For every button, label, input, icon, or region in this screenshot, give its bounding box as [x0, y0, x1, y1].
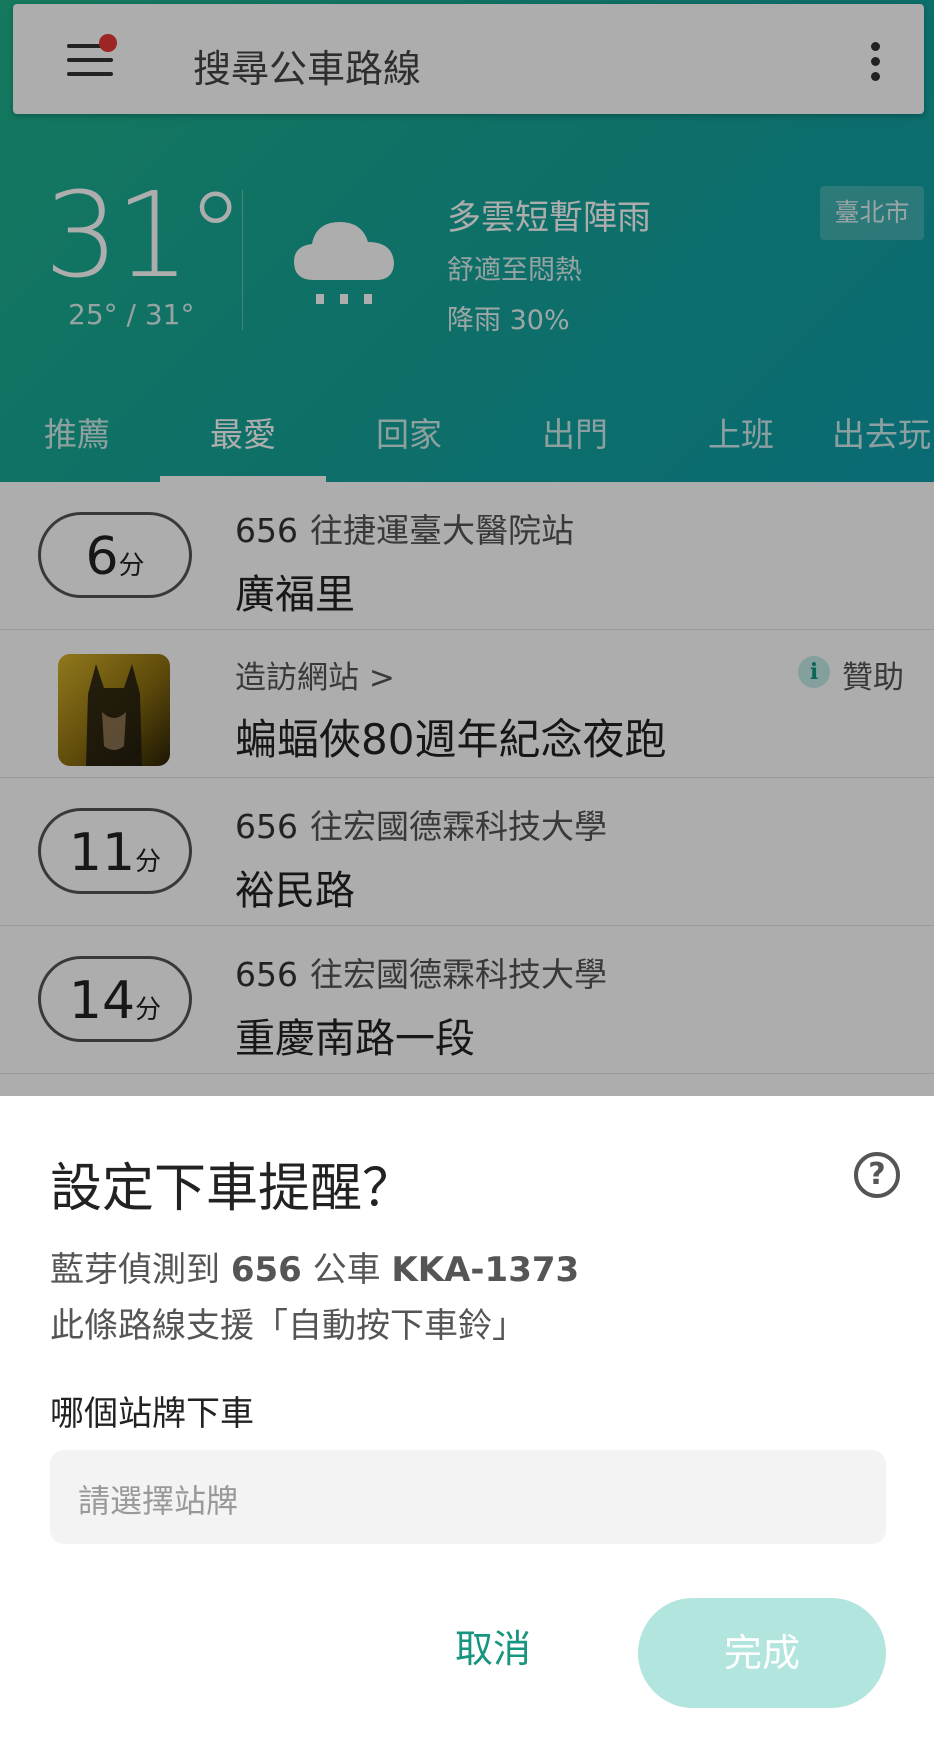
detect-mid: 公車 [301, 1250, 392, 1290]
sheet-title: 設定下車提醒？ [50, 1159, 415, 1219]
bus-route-number: 656 [230, 1250, 302, 1290]
cancel-button[interactable]: 取消 [428, 1596, 558, 1702]
alight-reminder-sheet: 設定下車提醒？ ? 藍芽偵測到 656 公車 KKA-1373 此條路線支援「自… [0, 1096, 934, 1752]
done-button[interactable]: 完成 [638, 1598, 886, 1708]
stop-selector[interactable]: 請選擇站牌 [50, 1450, 886, 1544]
alight-stop-label: 哪個站牌下車 [50, 1394, 254, 1434]
stop-selector-placeholder: 請選擇站牌 [78, 1482, 239, 1520]
auto-bell-support-text: 此條路線支援「自動按下車鈴」 [50, 1306, 526, 1346]
detect-prefix: 藍芽偵測到 [50, 1250, 231, 1290]
bus-plate-number: KKA-1373 [391, 1250, 580, 1290]
bluetooth-detection-text: 藍芽偵測到 656 公車 KKA-1373 [50, 1242, 579, 1291]
help-icon[interactable]: ? [854, 1152, 900, 1198]
